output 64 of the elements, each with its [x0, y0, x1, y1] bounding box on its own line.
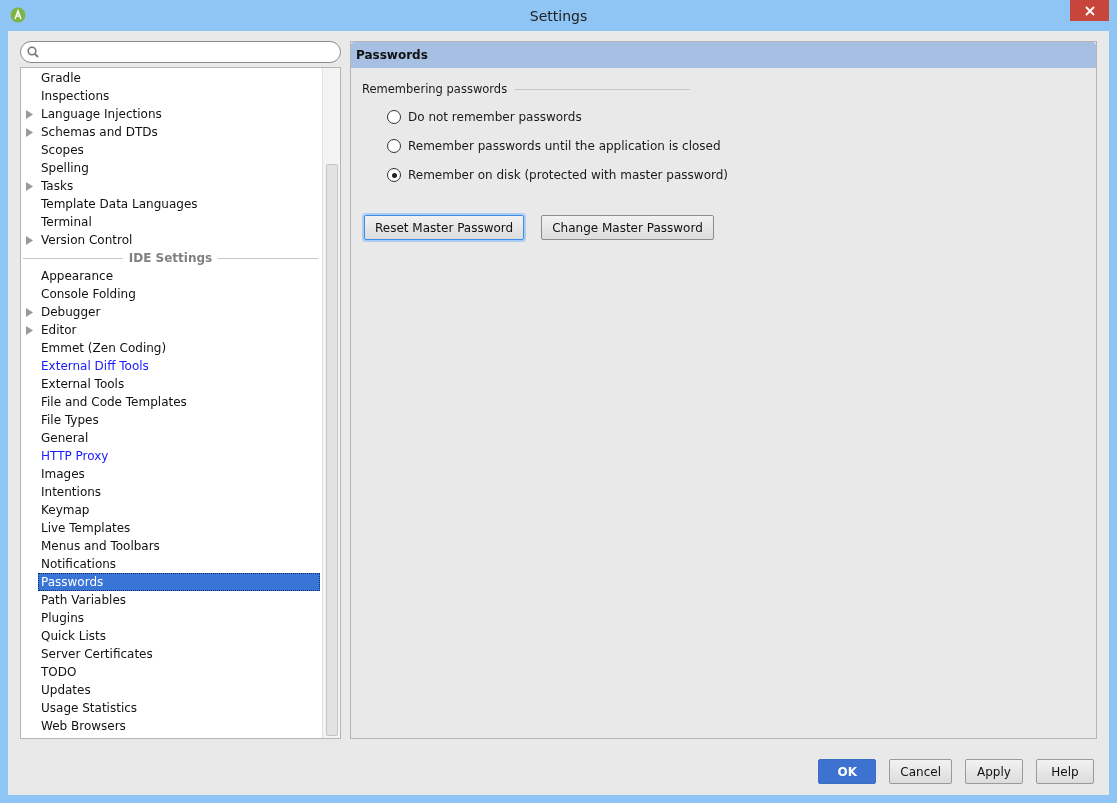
tree-item[interactable]: Inspections: [38, 87, 113, 105]
tree-item[interactable]: Keymap: [38, 501, 93, 519]
search-icon: [27, 46, 39, 58]
close-button[interactable]: [1070, 0, 1109, 21]
tree-item[interactable]: Web Browsers: [38, 717, 129, 735]
section-heading: IDE Settings: [128, 251, 213, 265]
tree-item[interactable]: Scopes: [38, 141, 87, 159]
tree-item[interactable]: TODO: [38, 663, 80, 681]
panel-title: Passwords: [356, 48, 428, 62]
dialog-button[interactable]: Help: [1036, 759, 1094, 784]
tree-item[interactable]: Spelling: [38, 159, 92, 177]
tree-item[interactable]: Server Certificates: [38, 645, 156, 663]
dialog-button[interactable]: Apply: [965, 759, 1023, 784]
scrollbar-thumb[interactable]: [326, 164, 338, 736]
tree-item[interactable]: Plugins: [38, 609, 87, 627]
option-label: Do not remember passwords: [408, 110, 582, 124]
dialog-button[interactable]: Cancel: [889, 759, 952, 784]
tree-item[interactable]: File Types: [38, 411, 102, 429]
option-label: Remember on disk (protected with master password): [408, 168, 728, 182]
expand-arrow-icon[interactable]: [25, 127, 34, 137]
tree-item[interactable]: Tasks: [38, 177, 77, 195]
radio-button[interactable]: [387, 168, 401, 182]
close-icon: [1084, 5, 1095, 16]
window-title: Settings: [529, 7, 588, 24]
dialog-button[interactable]: OK: [818, 759, 877, 784]
tree-item[interactable]: Intentions: [38, 483, 105, 501]
tree-item[interactable]: Version Control: [38, 231, 136, 249]
tree-item[interactable]: Usage Statistics: [38, 699, 141, 717]
tree-item[interactable]: Gradle: [38, 69, 84, 87]
expand-arrow-icon[interactable]: [25, 109, 34, 119]
expand-arrow-icon[interactable]: [25, 325, 34, 335]
tree-item[interactable]: Quick Lists: [38, 627, 109, 645]
tree-item[interactable]: Editor: [38, 321, 80, 339]
tree-item[interactable]: Appearance: [38, 267, 117, 285]
tree-item[interactable]: Language Injections: [38, 105, 165, 123]
tree-item[interactable]: Console Folding: [38, 285, 139, 303]
tree-item[interactable]: Emmet (Zen Coding): [38, 339, 170, 357]
tree-item[interactable]: Menus and Toolbars: [38, 537, 163, 555]
tree-item[interactable]: Notifications: [38, 555, 120, 573]
android-icon: [10, 7, 26, 23]
tree-item[interactable]: Schemas and DTDs: [38, 123, 161, 141]
radio-button[interactable]: [387, 139, 401, 153]
search-field[interactable]: [20, 41, 341, 63]
tree-item[interactable]: General: [38, 429, 92, 447]
tree-item[interactable]: Images: [38, 465, 88, 483]
tree-item[interactable]: Debugger: [38, 303, 104, 321]
tree-item[interactable]: File and Code Templates: [38, 393, 190, 411]
tree-item[interactable]: Passwords: [38, 573, 320, 591]
group-title: Remembering passwords: [362, 82, 508, 96]
action-button[interactable]: Change Master Password: [541, 215, 714, 240]
tree-item[interactable]: Template Data Languages: [38, 195, 201, 213]
expand-arrow-icon[interactable]: [25, 307, 34, 317]
tree-item[interactable]: External Tools: [38, 375, 128, 393]
radio-button[interactable]: [387, 110, 401, 124]
action-button[interactable]: Reset Master Password: [364, 215, 525, 240]
tree-item[interactable]: External Diff Tools: [38, 357, 152, 375]
option-label: Remember passwords until the application is closed: [408, 139, 721, 153]
tree-item[interactable]: Updates: [38, 681, 94, 699]
tree-item[interactable]: HTTP Proxy: [38, 447, 112, 465]
tree-item[interactable]: Path Variables: [38, 591, 129, 609]
expand-arrow-icon[interactable]: [25, 181, 34, 191]
tree-item[interactable]: Live Templates: [38, 519, 134, 537]
tree-item[interactable]: Terminal: [38, 213, 95, 231]
expand-arrow-icon[interactable]: [25, 235, 34, 245]
